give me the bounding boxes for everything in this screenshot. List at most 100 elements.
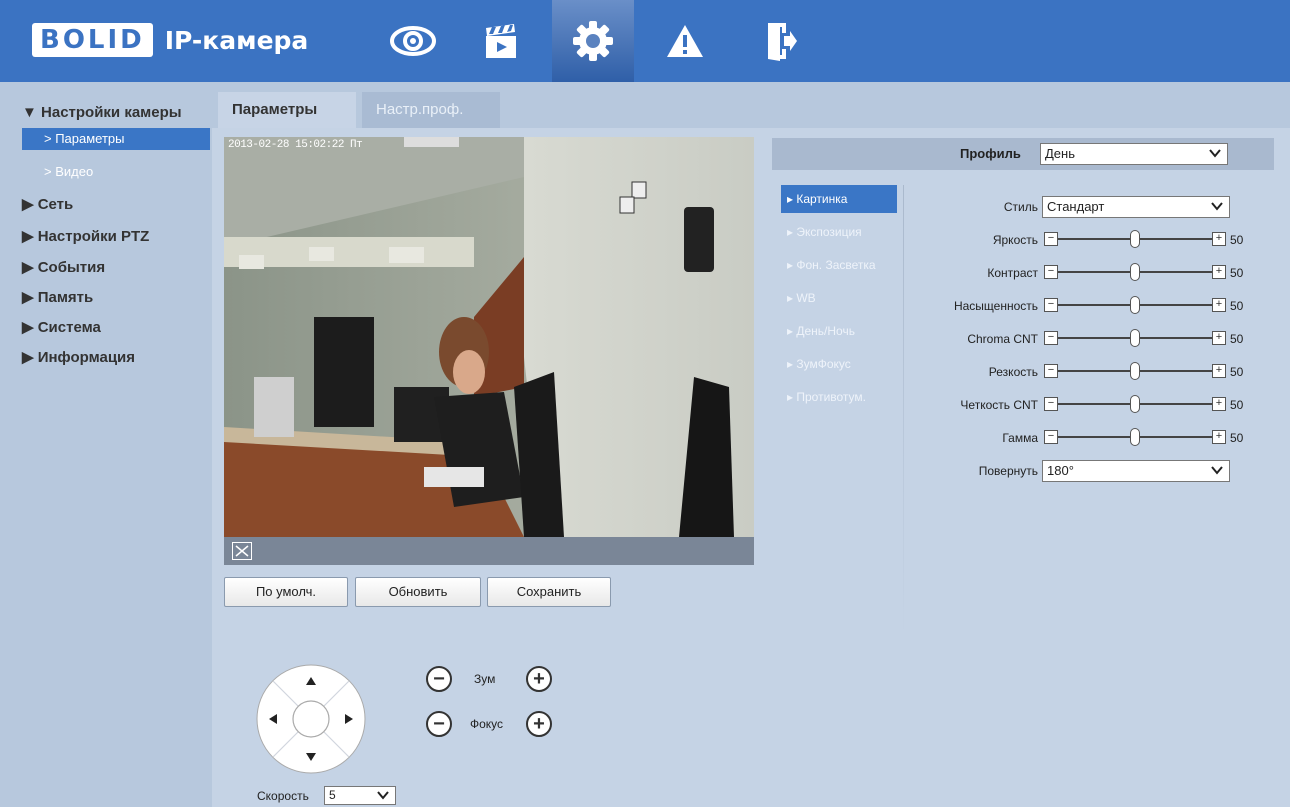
eye-icon [390, 26, 436, 56]
live-view-button[interactable] [372, 0, 454, 82]
video-preview [224, 137, 754, 537]
chevron-down-icon [1211, 202, 1223, 211]
slider-thumb[interactable] [1130, 428, 1140, 446]
plus-icon[interactable]: + [1212, 364, 1226, 378]
chevron-down-icon [377, 791, 389, 800]
speed-label: Скорость [257, 789, 309, 803]
alarm-button[interactable] [644, 0, 726, 82]
minus-icon[interactable]: − [1044, 364, 1058, 378]
speed-value: 5 [329, 788, 336, 802]
tab-parameters[interactable]: Параметры [218, 92, 356, 128]
video-toolbar [224, 537, 754, 565]
bolid-logo: BOLID [32, 23, 153, 57]
chroma-slider[interactable]: − + [1044, 329, 1226, 347]
minus-icon[interactable]: − [1044, 298, 1058, 312]
focus-label: Фокус [470, 717, 504, 731]
brightness-label: Яркость [992, 233, 1038, 247]
contrast-slider[interactable]: − + [1044, 263, 1226, 281]
contrast-value: 50 [1230, 266, 1244, 280]
sidebar-item-storage[interactable]: ▶ Память [22, 288, 93, 306]
chevron-down-icon [1209, 149, 1221, 158]
save-button[interactable]: Сохранить [487, 577, 611, 607]
settings-button[interactable] [552, 0, 634, 82]
minus-icon[interactable]: − [1044, 331, 1058, 345]
sharp-cnt-value: 50 [1230, 398, 1244, 412]
gamma-value: 50 [1230, 431, 1244, 445]
style-label: Стиль [1003, 200, 1038, 214]
sidebar-item-video[interactable]: > Видео [22, 161, 210, 183]
brightness-value: 50 [1230, 233, 1244, 247]
logo: BOLID IP-камера [32, 22, 308, 58]
slider-thumb[interactable] [1130, 263, 1140, 281]
sharp-cnt-label: Четкость CNT [960, 398, 1038, 412]
slider-thumb[interactable] [1130, 329, 1140, 347]
warning-icon [667, 25, 703, 57]
sharpness-slider[interactable]: − + [1044, 362, 1226, 380]
chroma-value: 50 [1230, 332, 1244, 346]
submenu-wb[interactable]: ▸ WB [781, 284, 897, 312]
profile-select[interactable]: День [1040, 143, 1228, 165]
submenu-picture[interactable]: ▸ Картинка [781, 185, 897, 213]
style-select[interactable]: Стандарт [1042, 196, 1230, 218]
slider-thumb[interactable] [1130, 362, 1140, 380]
zoom-in-button[interactable]: + [526, 666, 552, 692]
rotate-label: Повернуть [978, 464, 1038, 478]
sharpness-label: Резкость [988, 365, 1038, 379]
saturation-slider[interactable]: − + [1044, 296, 1226, 314]
focus-in-button[interactable]: + [526, 711, 552, 737]
sidebar-item-events[interactable]: ▶ События [22, 258, 105, 276]
plus-icon[interactable]: + [1212, 232, 1226, 246]
sidebar-item-network[interactable]: ▶ Сеть [22, 195, 73, 213]
contrast-label: Контраст [987, 266, 1038, 280]
submenu-backlight[interactable]: ▸ Фон. Засветка [781, 251, 897, 279]
osd-timestamp: 2013-02-28 15:02:22 Пт [228, 139, 363, 151]
top-header: BOLID IP-камера [0, 0, 1290, 82]
logout-button[interactable] [740, 0, 822, 82]
sharp-cnt-slider[interactable]: − + [1044, 395, 1226, 413]
speed-select[interactable]: 5 [324, 786, 396, 805]
plus-icon[interactable]: + [1212, 430, 1226, 444]
camera-image [224, 137, 754, 537]
slider-thumb[interactable] [1130, 395, 1140, 413]
playback-button[interactable] [460, 0, 542, 82]
submenu-defog[interactable]: ▸ Противотум. [781, 383, 897, 411]
refresh-button[interactable]: Обновить [355, 577, 481, 607]
plus-icon[interactable]: + [1212, 397, 1226, 411]
rotate-select[interactable]: 180° [1042, 460, 1230, 482]
saturation-value: 50 [1230, 299, 1244, 313]
chroma-label: Chroma CNT [967, 332, 1038, 346]
submenu-daynight[interactable]: ▸ День/Ночь [781, 317, 897, 345]
sidebar-item-information[interactable]: ▶ Информация [22, 348, 135, 366]
style-value: Стандарт [1047, 199, 1105, 214]
fullscreen-icon[interactable] [232, 542, 252, 560]
plus-icon[interactable]: + [1212, 265, 1226, 279]
clapperboard-icon [486, 24, 516, 58]
brightness-slider[interactable]: − + [1044, 230, 1226, 248]
minus-icon[interactable]: − [1044, 430, 1058, 444]
zoom-label: Зум [474, 672, 496, 686]
focus-out-button[interactable]: − [426, 711, 452, 737]
slider-thumb[interactable] [1130, 230, 1140, 248]
sharpness-value: 50 [1230, 365, 1244, 379]
plus-icon[interactable]: + [1212, 331, 1226, 345]
minus-icon[interactable]: − [1044, 232, 1058, 246]
sidebar-item-ptz[interactable]: ▶ Настройки PTZ [22, 227, 149, 245]
ptz-direction-pad[interactable] [255, 663, 367, 775]
plus-icon[interactable]: + [1212, 298, 1226, 312]
gamma-slider[interactable]: − + [1044, 428, 1226, 446]
exit-icon [768, 23, 797, 61]
sidebar-item-camera-settings[interactable]: ▼ Настройки камеры [22, 104, 182, 121]
zoom-out-button[interactable]: − [426, 666, 452, 692]
product-title: IP-камера [164, 25, 309, 55]
slider-thumb[interactable] [1130, 296, 1140, 314]
tab-profile-setup[interactable]: Настр.проф. [362, 92, 500, 128]
submenu-zoomfocus[interactable]: ▸ ЗумФокус [781, 350, 897, 378]
sidebar-item-parameters[interactable]: > Параметры [22, 128, 210, 150]
submenu-exposure[interactable]: ▸ Экспозиция [781, 218, 897, 246]
default-button[interactable]: По умолч. [224, 577, 348, 607]
saturation-label: Насыщенность [953, 299, 1038, 313]
minus-icon[interactable]: − [1044, 265, 1058, 279]
profile-label: Профиль [960, 146, 1021, 161]
sidebar-item-system[interactable]: ▶ Система [22, 318, 101, 336]
minus-icon[interactable]: − [1044, 397, 1058, 411]
